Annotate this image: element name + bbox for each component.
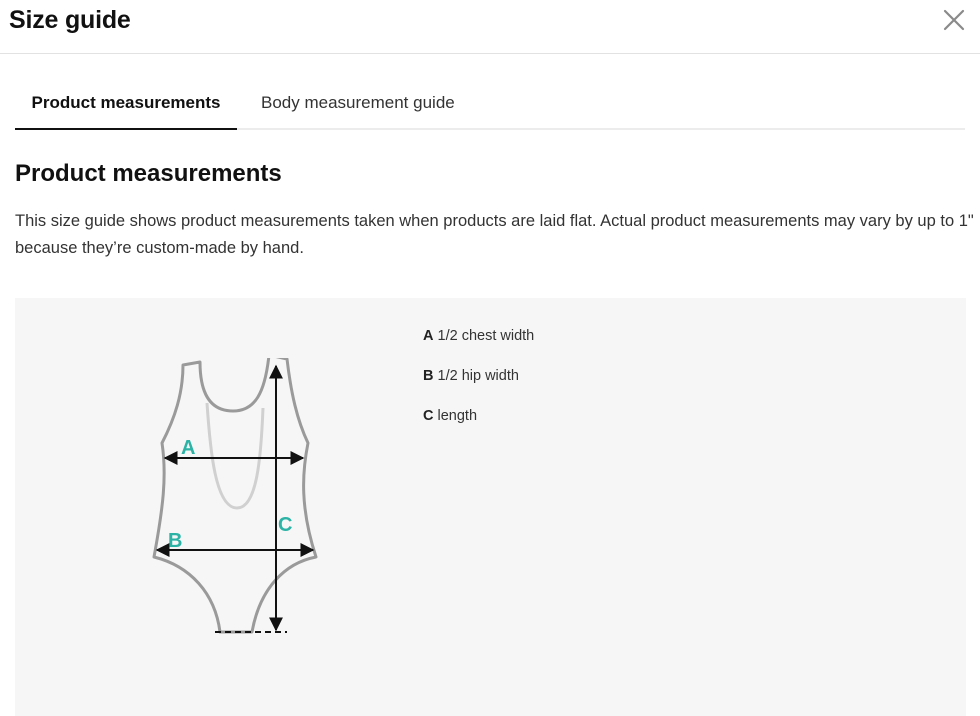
legend-key: A [423, 328, 434, 344]
tab-body-measurement-guide[interactable]: Body measurement guide [261, 78, 455, 130]
tab-product-measurements[interactable]: Product measurements [15, 78, 237, 130]
legend-key: C [423, 408, 434, 424]
close-icon [943, 9, 965, 31]
measurement-panel: A B C A 1/2 chest width B 1/2 hip width … [15, 298, 966, 716]
label-b: B [168, 530, 182, 552]
tab-bar: Product measurements Body measurement gu… [15, 78, 965, 130]
back-neckline [205, 402, 265, 510]
modal-title: Size guide [9, 6, 131, 34]
legend-text: length [433, 408, 478, 424]
legend-item: C length [423, 406, 534, 446]
section-description: This size guide shows product measuremen… [15, 212, 974, 257]
label-c: C [278, 514, 292, 536]
label-a: A [181, 437, 195, 459]
section-heading: Product measurements [15, 160, 282, 187]
swimsuit-outline [152, 358, 318, 634]
legend-key: B [423, 368, 434, 384]
legend-item: A 1/2 chest width [423, 326, 534, 366]
measurement-legend: A 1/2 chest width B 1/2 hip width C leng… [423, 326, 534, 446]
legend-text: 1/2 hip width [433, 368, 519, 384]
close-button[interactable] [940, 6, 968, 34]
legend-text: 1/2 chest width [433, 328, 535, 344]
legend-item: B 1/2 hip width [423, 366, 534, 406]
modal-header: Size guide [0, 0, 980, 54]
swimsuit-diagram: A B C [152, 358, 318, 634]
